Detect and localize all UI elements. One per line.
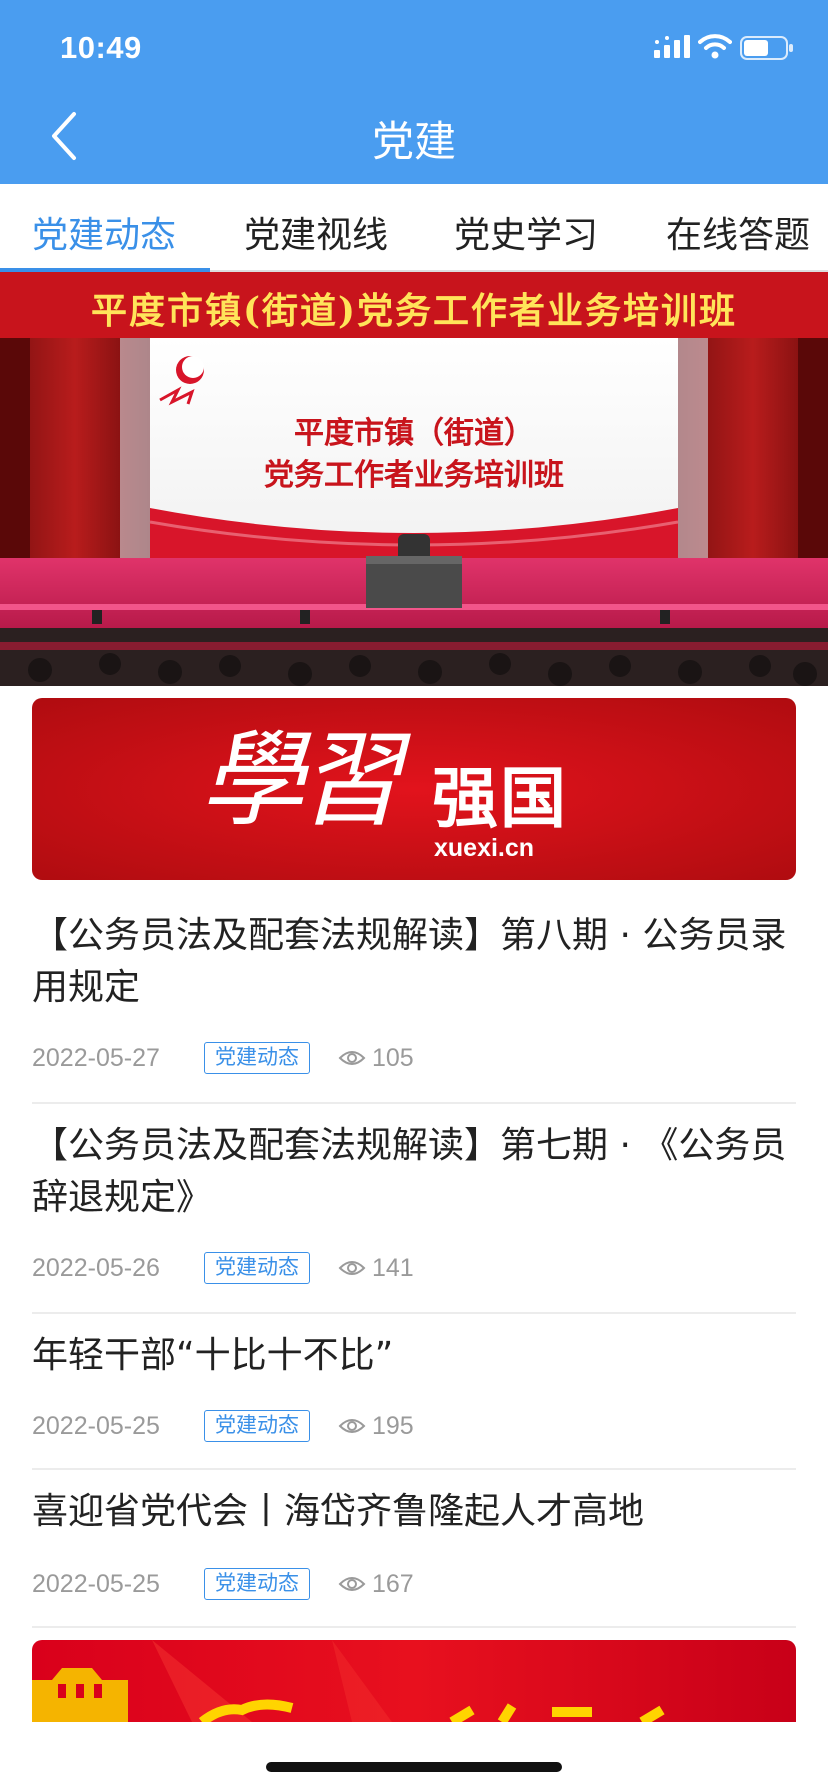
- xuexi-banner-bg: [32, 698, 796, 880]
- tab-party-vision[interactable]: 党建视线: [244, 206, 388, 258]
- news-item[interactable]: 【公务员法及配套法规解读】第八期 · 公务员录用规定 2022-05-27 党建…: [32, 894, 796, 1104]
- tab-party-news[interactable]: 党建动态: [32, 206, 176, 258]
- app-header: 10:49 党建: [0, 0, 828, 184]
- hero-screen-line1: 平度市镇（街道）: [294, 416, 534, 451]
- news-date: 2022-05-27: [32, 1044, 160, 1072]
- xuexi-calligraphy: 學習: [200, 719, 402, 841]
- news-view-count: 167: [372, 1570, 414, 1598]
- news-date: 2022-05-25: [32, 1570, 160, 1598]
- eye-icon: [338, 1419, 366, 1433]
- news-title: 年轻干部“十比十不比”: [32, 1335, 394, 1376]
- news-meta: 2022-05-27 党建动态 105: [32, 1042, 796, 1074]
- news-title: 【公务员法及配套法规解读】第七期 · 《公务员辞退规定》: [32, 1125, 787, 1218]
- page-title: 党建: [371, 117, 456, 166]
- eye-icon: [338, 1261, 366, 1275]
- news-title: 喜迎省党代会丨海岱齐鲁隆起人才高地: [32, 1491, 645, 1532]
- eye-icon: [338, 1051, 366, 1065]
- news-meta: 2022-05-25 党建动态 195: [32, 1410, 796, 1442]
- news-meta: 2022-05-26 党建动态 141: [32, 1252, 796, 1284]
- news-item[interactable]: 年轻干部“十比十不比” 2022-05-25 党建动态 195: [32, 1314, 796, 1470]
- news-title: 【公务员法及配套法规解读】第八期 · 公务员录用规定: [32, 915, 787, 1008]
- status-time: 10:49: [60, 30, 142, 65]
- xuexi-domain: xuexi.cn: [434, 834, 535, 862]
- tab-online-quiz[interactable]: 在线答题: [666, 206, 810, 258]
- battery-icon: [740, 36, 793, 60]
- hero-banner[interactable]: 平度市镇(街道)党务工作者业务培训班 平度市镇（街道） 党务工作者业务培训班: [0, 272, 828, 686]
- tab-party-history[interactable]: 党史学习: [454, 206, 598, 258]
- news-date: 2022-05-25: [32, 1412, 160, 1440]
- news-view-count: 195: [372, 1412, 414, 1440]
- home-indicator[interactable]: [266, 1762, 562, 1772]
- news-category-tag: 党建动态: [204, 1568, 310, 1600]
- bottom-banner-image: [32, 1640, 796, 1722]
- tab-bar: 党建动态 党建视线 党史学习 在线答题: [0, 184, 828, 272]
- wifi-icon: [698, 34, 732, 59]
- news-category-tag: 党建动态: [204, 1042, 310, 1074]
- xuexi-brand: 强国: [432, 760, 568, 837]
- xuexi-qiangguo-banner[interactable]: 學習 强国 xuexi.cn: [32, 698, 796, 880]
- news-item[interactable]: 喜迎省党代会丨海岱齐鲁隆起人才高地 2022-05-25 党建动态 167: [32, 1470, 796, 1628]
- hero-banner-headline: 平度市镇(街道)党务工作者业务培训班: [90, 290, 738, 332]
- news-category-tag: 党建动态: [204, 1252, 310, 1284]
- news-item[interactable]: 【公务员法及配套法规解读】第七期 · 《公务员辞退规定》 2022-05-26 …: [32, 1104, 796, 1314]
- bottom-promo-banner[interactable]: [32, 1640, 796, 1722]
- news-date: 2022-05-26: [32, 1254, 160, 1282]
- news-category-tag: 党建动态: [204, 1410, 310, 1442]
- news-meta: 2022-05-25 党建动态 167: [32, 1568, 796, 1600]
- news-view-count: 105: [372, 1044, 414, 1072]
- status-bar: 10:49: [0, 0, 828, 100]
- eye-icon: [338, 1577, 366, 1591]
- signal-icon: [654, 35, 690, 58]
- hero-screen-line2: 党务工作者业务培训班: [264, 458, 564, 493]
- news-view-count: 141: [372, 1254, 414, 1282]
